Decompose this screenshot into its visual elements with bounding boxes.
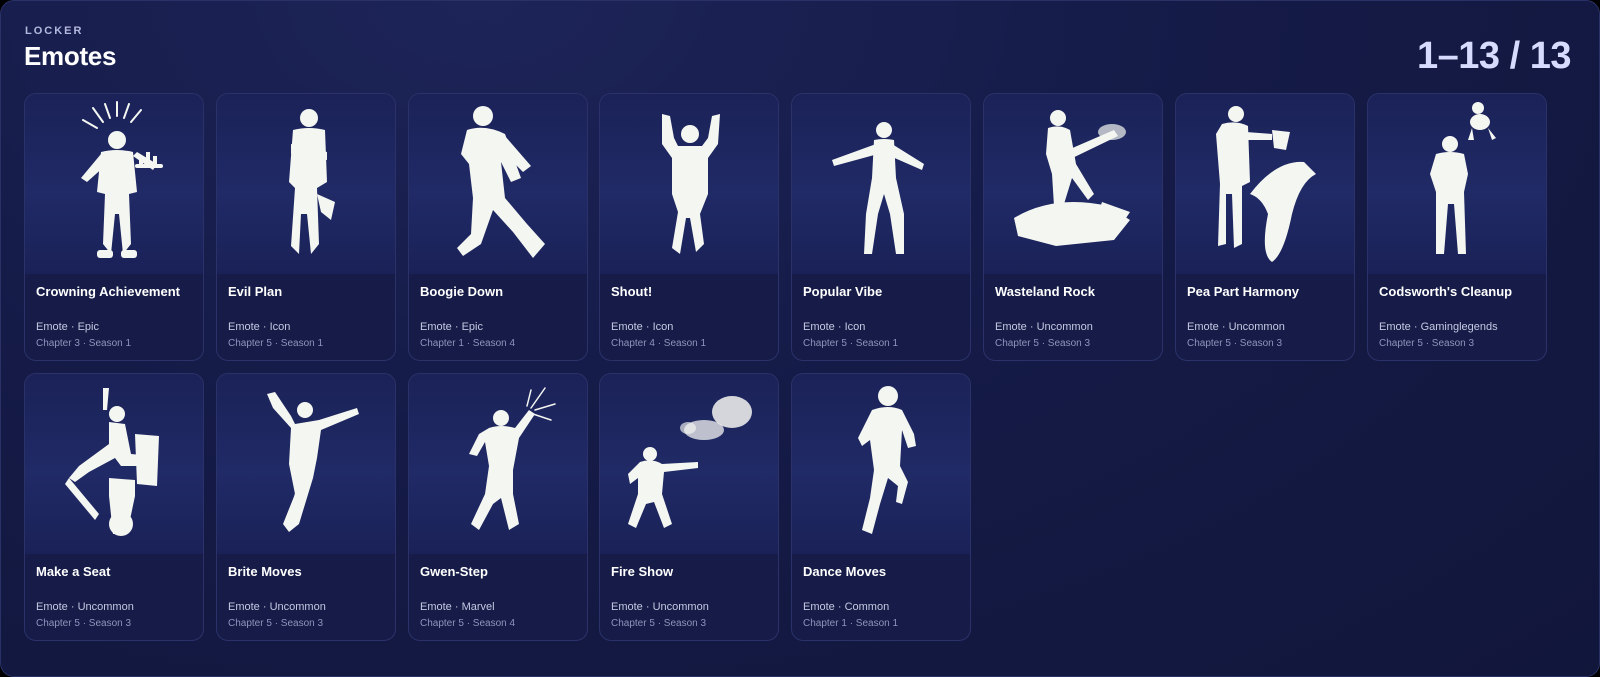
page-title: Emotes <box>24 41 117 71</box>
emote-card[interactable]: Crowning Achievement Emote · Epic Chapte… <box>24 93 204 361</box>
brite-moves-icon <box>267 392 359 532</box>
dance-moves-icon <box>858 386 916 534</box>
gwen-step-icon <box>469 387 556 530</box>
emote-card[interactable]: Codsworth's Cleanup Emote · Gaminglegend… <box>1367 93 1547 361</box>
codsworths-cleanup-icon <box>1430 102 1496 254</box>
emote-rarity: Emote · Marvel <box>420 601 495 613</box>
emote-rarity: Emote · Uncommon <box>36 601 134 613</box>
emote-card[interactable]: Fire Show Emote · Uncommon Chapter 5 · S… <box>599 373 779 641</box>
emote-card[interactable]: Boogie Down Emote · Epic Chapter 1 · Sea… <box>408 93 588 361</box>
emote-name: Fire Show <box>611 564 674 579</box>
boogie-down-icon <box>457 106 545 258</box>
emote-art <box>409 374 587 554</box>
emote-art <box>217 94 395 274</box>
emote-art <box>409 94 587 274</box>
emote-rarity: Emote · Uncommon <box>1187 321 1285 333</box>
emote-name: Make a Seat <box>36 564 111 579</box>
make-a-seat-icon <box>65 388 159 536</box>
emote-art <box>25 94 203 274</box>
emote-rarity: Emote · Uncommon <box>228 601 326 613</box>
shout-icon <box>662 114 720 254</box>
emote-name: Pea Part Harmony <box>1187 284 1299 299</box>
emote-art <box>792 94 970 274</box>
emote-rarity: Emote · Epic <box>36 321 99 333</box>
popular-vibe-icon <box>832 122 924 254</box>
emote-name: Gwen-Step <box>420 564 488 579</box>
wasteland-rock-icon <box>1014 110 1130 246</box>
emote-name: Boogie Down <box>420 284 504 299</box>
section-eyebrow: LOCKER <box>25 25 84 37</box>
emote-rarity: Emote · Icon <box>803 321 866 333</box>
emote-card[interactable]: Evil Plan Emote · Icon Chapter 5 · Seaso… <box>216 93 396 361</box>
emote-season: Chapter 5 · Season 3 <box>995 338 1091 349</box>
emote-rarity: Emote · Epic <box>420 321 483 333</box>
emote-art <box>792 374 970 554</box>
emote-name: Wasteland Rock <box>995 284 1095 299</box>
emote-rarity: Emote · Uncommon <box>611 601 709 613</box>
crowning-achievement-icon <box>81 101 163 258</box>
emote-art <box>25 374 203 554</box>
emote-card[interactable]: Shout! Emote · Icon Chapter 4 · Season 1 <box>599 93 779 361</box>
emote-card[interactable]: Pea Part Harmony Emote · Uncommon Chapte… <box>1175 93 1355 361</box>
emote-season: Chapter 5 · Season 1 <box>803 338 899 349</box>
emote-season: Chapter 1 · Season 1 <box>803 618 899 629</box>
emote-name: Codsworth's Cleanup <box>1379 284 1513 299</box>
emote-card[interactable]: Dance Moves Emote · Common Chapter 1 · S… <box>791 373 971 641</box>
emote-art <box>1176 94 1354 274</box>
emote-season: Chapter 4 · Season 1 <box>611 338 707 349</box>
emote-season: Chapter 5 · Season 3 <box>36 618 132 629</box>
emote-rarity: Emote · Common <box>803 601 890 613</box>
emote-card[interactable]: Make a Seat Emote · Uncommon Chapter 5 ·… <box>24 373 204 641</box>
locker-panel: LOCKER Emotes 1–13 / 13 Crowning Achieve… <box>0 0 1600 677</box>
emote-season: Chapter 5 · Season 4 <box>420 618 516 629</box>
emote-name: Brite Moves <box>228 564 302 579</box>
emote-art <box>1368 94 1546 274</box>
emote-name: Crowning Achievement <box>36 284 180 299</box>
emote-name: Dance Moves <box>803 564 887 579</box>
emote-art <box>217 374 395 554</box>
emote-rarity: Emote · Gaminglegends <box>1379 321 1498 333</box>
pea-part-harmony-icon <box>1216 106 1316 262</box>
emote-name: Popular Vibe <box>803 284 883 299</box>
fire-show-icon <box>628 396 752 528</box>
emote-rarity: Emote · Uncommon <box>995 321 1093 333</box>
emote-season: Chapter 1 · Season 4 <box>420 338 516 349</box>
item-counter: 1–13 / 13 <box>1417 35 1571 77</box>
emote-rarity: Emote · Icon <box>611 321 674 333</box>
emote-season: Chapter 3 · Season 1 <box>36 338 132 349</box>
emote-art <box>600 374 778 554</box>
emote-season: Chapter 5 · Season 3 <box>228 618 324 629</box>
emote-season: Chapter 5 · Season 3 <box>1379 338 1475 349</box>
emote-season: Chapter 5 · Season 3 <box>1187 338 1283 349</box>
emote-art <box>600 94 778 274</box>
emote-card[interactable]: Popular Vibe Emote · Icon Chapter 5 · Se… <box>791 93 971 361</box>
emote-name: Evil Plan <box>228 284 283 299</box>
emote-art <box>984 94 1162 274</box>
emote-card[interactable]: Gwen-Step Emote · Marvel Chapter 5 · Sea… <box>408 373 588 641</box>
emote-season: Chapter 5 · Season 1 <box>228 338 324 349</box>
emote-name: Shout! <box>611 284 653 299</box>
emote-season: Chapter 5 · Season 3 <box>611 618 707 629</box>
evil-plan-icon <box>289 109 335 254</box>
emote-card[interactable]: Wasteland Rock Emote · Uncommon Chapter … <box>983 93 1163 361</box>
emote-rarity: Emote · Icon <box>228 321 291 333</box>
emote-card[interactable]: Brite Moves Emote · Uncommon Chapter 5 ·… <box>216 373 396 641</box>
